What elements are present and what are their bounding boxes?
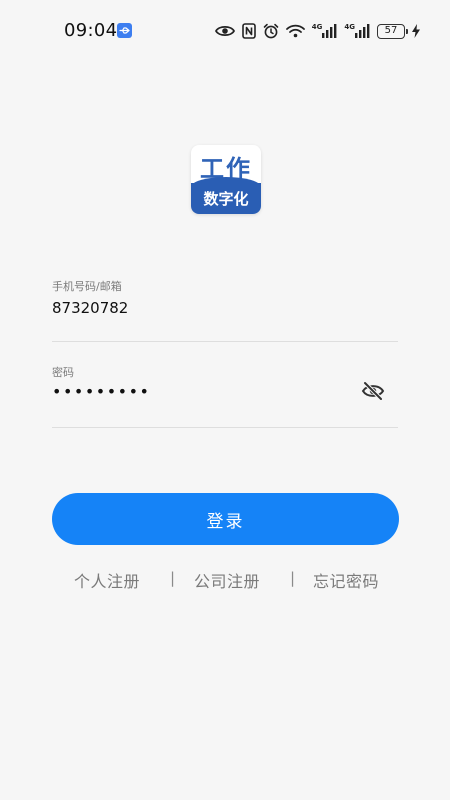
eye-hidden-icon bbox=[361, 381, 385, 401]
account-input[interactable] bbox=[52, 297, 352, 319]
forgot-password-link[interactable]: 忘记密码 bbox=[313, 568, 379, 592]
link-separator: | bbox=[170, 569, 176, 587]
login-screen: 09:04 4G 4G 57 工作 数字化 手机号码/邮箱 87320782 密… bbox=[0, 0, 450, 800]
network-type-label: 4G bbox=[344, 23, 355, 31]
logo-bottom-band: 数字化 bbox=[191, 177, 261, 214]
battery-level: 57 bbox=[384, 25, 398, 36]
login-button[interactable]: 登录 bbox=[52, 493, 399, 545]
account-label: 手机号码/邮箱 bbox=[52, 280, 122, 293]
password-underline bbox=[52, 427, 398, 428]
password-label: 密码 bbox=[52, 366, 74, 379]
alarm-icon bbox=[263, 23, 279, 39]
battery-icon: 57 bbox=[377, 23, 408, 39]
company-register-link[interactable]: 公司注册 bbox=[194, 568, 260, 592]
link-separator: | bbox=[290, 569, 296, 587]
status-icons: 4G 4G 57 bbox=[214, 18, 420, 44]
personal-register-link[interactable]: 个人注册 bbox=[74, 568, 140, 592]
nfc-icon bbox=[241, 23, 256, 39]
password-input[interactable] bbox=[52, 380, 352, 402]
status-bar: 09:04 4G 4G 57 bbox=[0, 0, 450, 62]
signal-icon-sim2: 4G bbox=[344, 24, 370, 38]
signal-icon-sim1: 4G bbox=[312, 24, 338, 38]
eye-comfort-icon bbox=[214, 24, 235, 38]
logo-bottom-text: 数字化 bbox=[203, 190, 249, 208]
charging-icon bbox=[412, 24, 420, 38]
password-visibility-toggle[interactable] bbox=[360, 380, 386, 402]
usb-icon bbox=[117, 23, 132, 38]
wifi-icon bbox=[285, 24, 305, 38]
account-underline bbox=[52, 341, 398, 342]
auth-links: 个人注册 | 公司注册 | 忘记密码 bbox=[52, 568, 399, 592]
app-logo: 工作 数字化 bbox=[191, 145, 261, 214]
status-time: 09:04 bbox=[64, 20, 118, 41]
network-type-label: 4G bbox=[311, 23, 323, 31]
